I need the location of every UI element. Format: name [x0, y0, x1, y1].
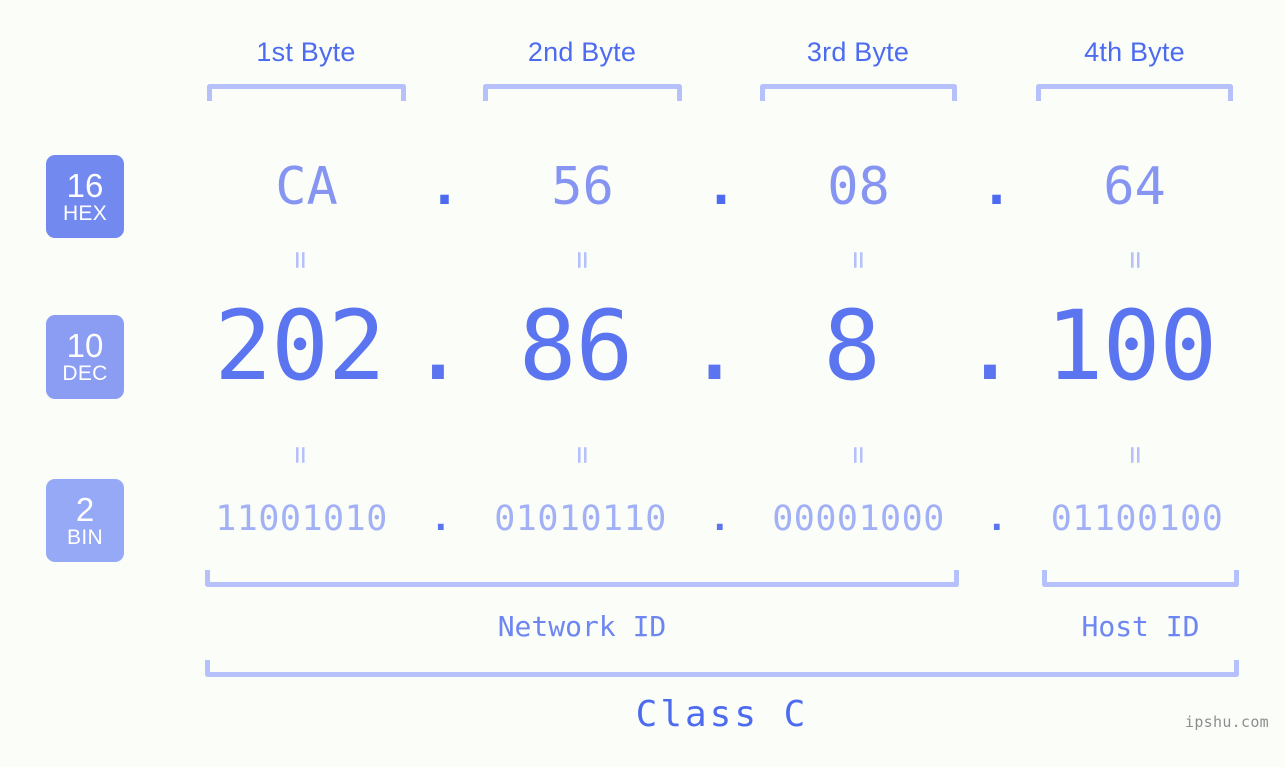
byte-bracket-top-4: [1036, 84, 1233, 101]
byte-bracket-top-1: [207, 84, 406, 101]
class-bracket: [205, 660, 1239, 677]
byte-header-label-3: 3rd Byte: [806, 37, 910, 67]
equals-icon-7: =: [841, 445, 876, 465]
hex-byte-3: 08: [827, 157, 890, 217]
class-label: Class C: [635, 694, 809, 735]
bin-byte-4: 01100100: [1050, 499, 1224, 539]
equals-icon-8: =: [1118, 445, 1153, 465]
bin-separator-2: .: [709, 499, 731, 539]
bin-separator-1: .: [430, 499, 452, 539]
ip-byte-breakdown-diagram: 1st Byte 2nd Byte 3rd Byte 4th Byte 16 H…: [0, 0, 1285, 767]
network-id-label: Network ID: [497, 610, 667, 643]
base-badge-hex: 16 HEX: [46, 155, 124, 238]
bin-separator-3: .: [986, 499, 1008, 539]
base-badge-dec: 10 DEC: [46, 315, 124, 399]
dec-separator-2: .: [685, 290, 744, 402]
network-id-bracket: [205, 570, 959, 587]
hex-separator-3: .: [980, 157, 1013, 217]
base-badge-hex-label: HEX: [62, 201, 108, 225]
equals-icon-5: =: [283, 445, 318, 465]
hex-byte-4: 64: [1103, 157, 1166, 217]
equals-icon-6: =: [565, 445, 600, 465]
base-badge-hex-number: 16: [66, 166, 104, 204]
dec-byte-2: 86: [518, 290, 634, 402]
base-badge-dec-number: 10: [66, 327, 104, 364]
bin-byte-3: 00001000: [772, 499, 945, 539]
equals-icon-4: =: [1118, 250, 1153, 270]
dec-byte-1: 202: [214, 290, 385, 402]
bin-byte-2: 01010110: [494, 499, 667, 539]
hex-separator-1: .: [428, 157, 461, 217]
equals-icon-3: =: [841, 250, 876, 270]
byte-bracket-top-2: [483, 84, 682, 101]
host-id-bracket: [1042, 570, 1239, 587]
dec-byte-3: 8: [823, 290, 881, 402]
bin-byte-1: 11001010: [215, 499, 388, 539]
byte-header-label-1: 1st Byte: [256, 37, 356, 67]
hex-byte-1: CA: [275, 157, 338, 217]
host-id-label: Host ID: [1081, 610, 1200, 643]
byte-header-label-4: 4th Byte: [1084, 37, 1185, 67]
hex-byte-2: 56: [551, 157, 614, 217]
dec-separator-3: .: [961, 290, 1019, 402]
equals-icon-1: =: [283, 250, 318, 270]
byte-bracket-top-3: [760, 84, 957, 101]
base-badge-dec-label: DEC: [62, 362, 108, 385]
equals-icon-2: =: [565, 250, 600, 270]
base-badge-bin: 2 BIN: [46, 479, 124, 562]
dec-byte-4: 100: [1045, 290, 1217, 402]
byte-header-label-2: 2nd Byte: [527, 37, 637, 67]
base-badge-bin-label: BIN: [67, 525, 103, 549]
site-watermark: ipshu.com: [1185, 713, 1269, 731]
dec-separator-1: .: [409, 290, 467, 402]
hex-separator-2: .: [705, 157, 737, 217]
base-badge-bin-number: 2: [75, 490, 95, 528]
